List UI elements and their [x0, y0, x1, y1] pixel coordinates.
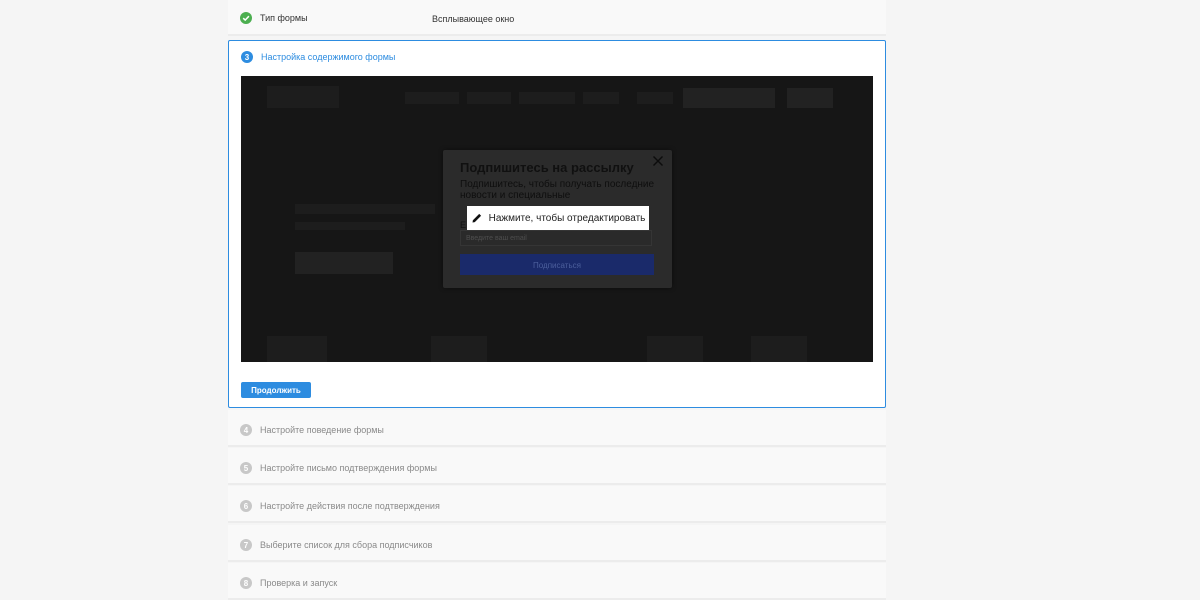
step-form-type-title: Тип формы: [260, 13, 308, 23]
close-icon[interactable]: [652, 155, 664, 167]
popup-email-label: E: [460, 220, 467, 230]
preview-bg-block: [295, 222, 405, 230]
edit-form-tooltip[interactable]: Нажмите, чтобы отредактировать: [467, 206, 649, 230]
preview-bg-block: [295, 204, 435, 214]
preview-bg-block: [751, 336, 807, 362]
step-confirm-email-title: Настройте письмо подтверждения формы: [260, 463, 437, 473]
form-preview: Подпишитесь на рассылку Подпишитесь, что…: [241, 76, 873, 362]
edit-form-tooltip-text: Нажмите, чтобы отредактировать: [488, 212, 646, 224]
step-confirm-email-head: 5 Настройте письмо подтверждения формы: [240, 461, 437, 475]
preview-bg-block: [267, 86, 339, 108]
preview-bg-block: [787, 88, 833, 108]
step-behavior-number: 4: [240, 424, 252, 436]
popup-subscribe-button[interactable]: Подписаться: [460, 254, 654, 275]
step-list-head: 7 Выберите список для сбора подписчиков: [240, 538, 432, 552]
step-confirm-email[interactable]: 5 Настройте письмо подтверждения формы: [228, 448, 886, 485]
step-list-number: 7: [240, 539, 252, 551]
step-content-head: 3 Настройка содержимого формы: [241, 50, 395, 64]
step-after-confirm-head: 6 Настройте действия после подтверждения: [240, 499, 440, 513]
continue-button[interactable]: Продолжить: [241, 382, 311, 398]
step-after-confirm-title: Настройте действия после подтверждения: [260, 501, 440, 511]
step-after-confirm[interactable]: 6 Настройте действия после подтверждения: [228, 486, 886, 523]
step-content: 3 Настройка содержимого формы Подпишитес…: [228, 40, 886, 408]
step-form-type-value: Всплывающее окно: [432, 14, 515, 24]
popup-title: Подпишитесь на рассылку: [460, 160, 634, 175]
step-content-title: Настройка содержимого формы: [261, 52, 396, 62]
preview-bg-block: [647, 336, 703, 362]
step-form-type-head: Тип формы: [240, 11, 308, 25]
preview-bg-block: [295, 252, 393, 274]
popup-email-input[interactable]: Введите ваш email: [460, 230, 652, 246]
step-behavior[interactable]: 4 Настройте поведение формы: [228, 410, 886, 447]
step-content-number: 3: [241, 51, 253, 63]
check-circle-icon: [240, 12, 252, 24]
preview-bg-block: [431, 336, 487, 362]
step-confirm-email-number: 5: [240, 462, 252, 474]
popup-description: Подпишитесь, чтобы получать последние но…: [460, 179, 655, 201]
step-behavior-title: Настройте поведение формы: [260, 425, 384, 435]
step-list[interactable]: 7 Выберите список для сбора подписчиков: [228, 525, 886, 562]
step-list-title: Выберите список для сбора подписчиков: [260, 540, 433, 550]
preview-bg-block: [637, 92, 673, 104]
preview-bg-block: [683, 88, 775, 108]
preview-bg-block: [267, 336, 327, 362]
step-review-number: 8: [240, 577, 252, 589]
step-review-head: 8 Проверка и запуск: [240, 576, 337, 590]
step-review[interactable]: 8 Проверка и запуск: [228, 563, 886, 600]
step-review-title: Проверка и запуск: [260, 578, 338, 588]
step-form-type[interactable]: Тип формы Всплывающее окно: [228, 0, 886, 36]
preview-bg-block: [467, 92, 511, 104]
step-after-confirm-number: 6: [240, 500, 252, 512]
pencil-icon: [472, 213, 481, 223]
step-behavior-head: 4 Настройте поведение формы: [240, 423, 384, 437]
preview-bg-block: [519, 92, 575, 104]
preview-bg-block: [583, 92, 619, 104]
preview-bg-block: [405, 92, 459, 104]
